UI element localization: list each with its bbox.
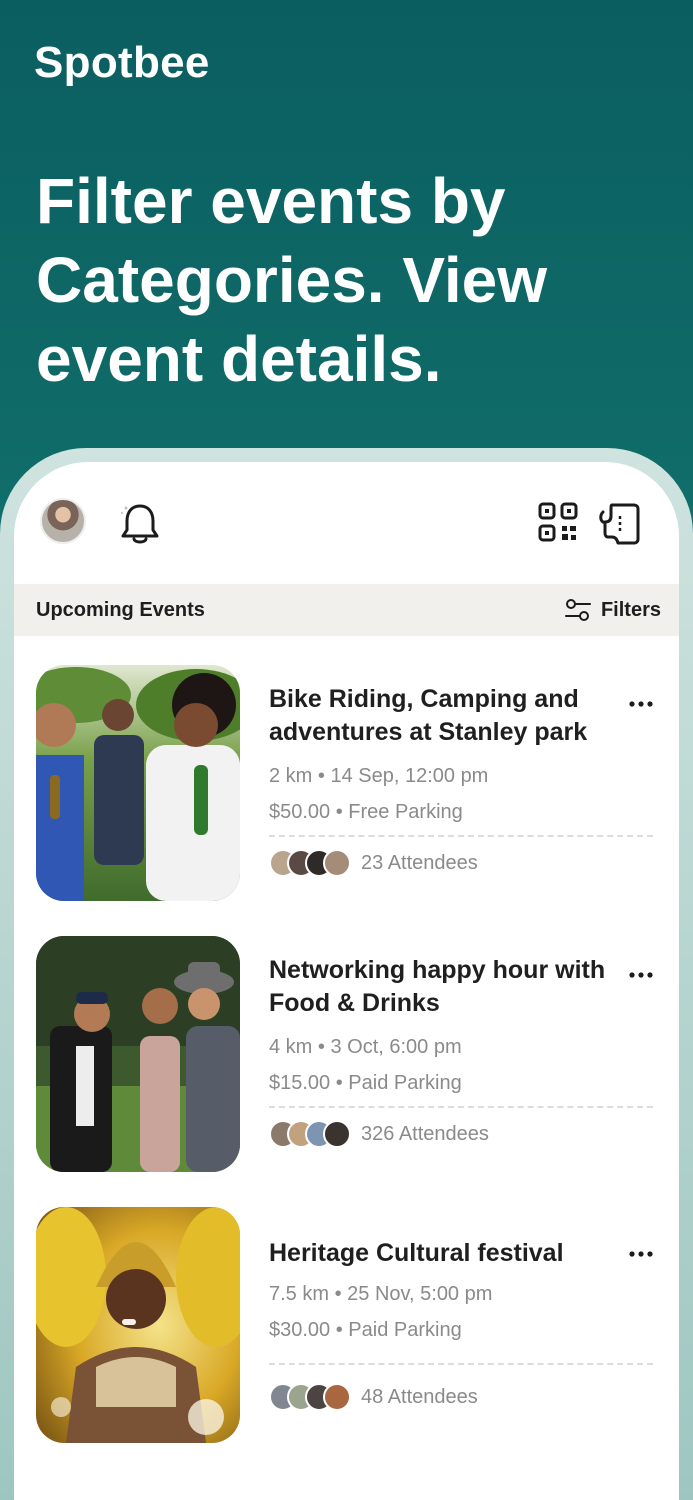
attendees-row[interactable]: 23 Attendees	[269, 849, 478, 877]
headline: Filter events by Categories. View event …	[36, 165, 548, 395]
more-icon[interactable]	[628, 970, 654, 980]
event-title[interactable]: Networking happy hour with Food & Drinks	[269, 954, 624, 1020]
event-price-parking: $50.00 • Free Parking	[269, 801, 463, 823]
event-photo	[36, 665, 240, 901]
phone-frame: Upcoming Events Filters Bike Riding, Cam…	[0, 448, 693, 1500]
avatar	[323, 1383, 351, 1411]
divider	[269, 1106, 653, 1108]
filters-button[interactable]: Filters	[564, 595, 661, 625]
brand-logo: Spotbee	[34, 38, 210, 87]
ticket-icon[interactable]	[598, 502, 642, 546]
divider	[269, 1363, 653, 1365]
phone-screen: Upcoming Events Filters Bike Riding, Cam…	[14, 462, 679, 1500]
attendee-avatars	[269, 1383, 351, 1411]
event-distance-date: 4 km • 3 Oct, 6:00 pm	[269, 1036, 462, 1058]
attendee-avatars	[269, 849, 351, 877]
attendee-avatars	[269, 1120, 351, 1148]
app-top-bar	[14, 462, 679, 584]
event-photo	[36, 1207, 240, 1443]
event-card[interactable]: Networking happy hour with Food & Drinks…	[14, 936, 679, 1176]
event-price-parking: $15.00 • Paid Parking	[269, 1072, 462, 1094]
section-title: Upcoming Events	[36, 599, 205, 621]
attendees-count: 326 Attendees	[361, 1122, 489, 1145]
bell-icon[interactable]	[118, 500, 162, 546]
event-photo	[36, 936, 240, 1172]
divider	[269, 835, 653, 837]
more-icon[interactable]	[628, 699, 654, 709]
upcoming-events-header: Upcoming Events Filters	[14, 584, 679, 636]
attendees-count: 48 Attendees	[361, 1385, 478, 1408]
avatar	[323, 1120, 351, 1148]
event-title[interactable]: Heritage Cultural festival	[269, 1237, 624, 1270]
event-price-parking: $30.00 • Paid Parking	[269, 1319, 462, 1341]
event-card[interactable]: Bike Riding, Camping and adventures at S…	[14, 665, 679, 905]
qr-code-icon[interactable]	[538, 502, 578, 542]
event-distance-date: 2 km • 14 Sep, 12:00 pm	[269, 765, 489, 787]
event-distance-date: 7.5 km • 25 Nov, 5:00 pm	[269, 1283, 493, 1305]
attendees-count: 23 Attendees	[361, 851, 478, 874]
filters-label: Filters	[600, 598, 661, 621]
profile-avatar[interactable]	[40, 498, 86, 544]
event-card[interactable]: Heritage Cultural festival 7.5 km • 25 N…	[14, 1207, 679, 1447]
event-title[interactable]: Bike Riding, Camping and adventures at S…	[269, 683, 624, 749]
more-icon[interactable]	[628, 1249, 654, 1259]
avatar	[323, 849, 351, 877]
filters-icon	[564, 599, 591, 621]
attendees-row[interactable]: 326 Attendees	[269, 1120, 489, 1148]
attendees-row[interactable]: 48 Attendees	[269, 1383, 478, 1411]
